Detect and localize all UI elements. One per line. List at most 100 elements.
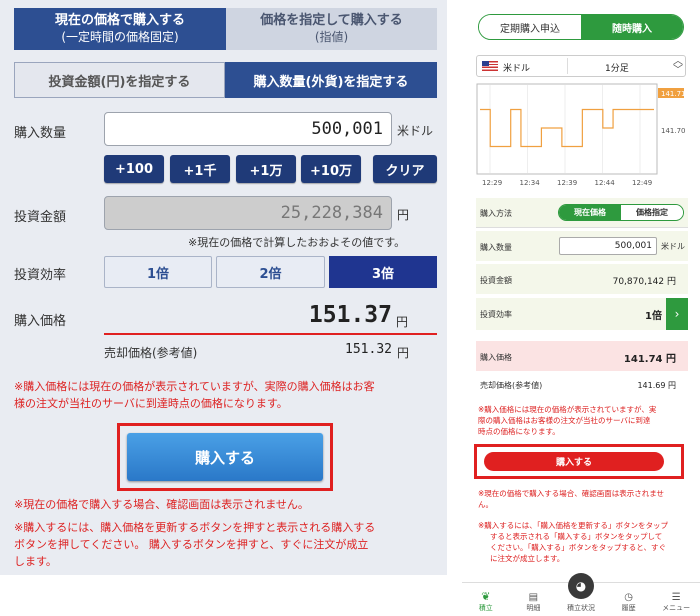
mobile-confirm-note-line2: ん。	[478, 500, 493, 509]
sell-price-label: 売却価格(参考値)	[104, 346, 198, 360]
efficiency-3x-button[interactable]: 3倍	[329, 256, 437, 288]
mobile-buy-instructions-line1: ※購入するには、「購入価格を更新する」ボタンをタップ	[478, 521, 669, 530]
chevron-right-icon[interactable]: ›	[666, 298, 688, 330]
nav-label-status: 積立状況	[566, 604, 595, 612]
chart-x-tick-label: 12:49	[632, 179, 652, 187]
price-chart-svg: 12:29 12:34 12:39 12:44 12:49 141.71 141.70	[476, 83, 686, 187]
method-specify-price[interactable]: 価格指定	[621, 205, 683, 220]
chart-x-tick-label: 12:34	[520, 179, 541, 187]
quantity-unit: 米ドル	[397, 124, 434, 138]
mobile-price-row: 購入価格 141.74 円	[476, 341, 688, 371]
chart-x-tick-label: 12:44	[595, 179, 616, 187]
us-flag-icon	[482, 61, 498, 71]
amount-note: ※現在の価格で計算したおおよその値です。	[188, 236, 406, 249]
selector-divider	[567, 58, 568, 74]
price-disclaimer: ※購入価格には現在の価格が表示されていますが、実際の購入価格はお客 様の注文が当…	[14, 378, 375, 412]
buy-instructions-line2: ボタンを押してください。 購入するボタンを押すと、すぐに注文が成立	[14, 538, 369, 551]
mobile-buy-instructions: ※購入するには、「購入価格を更新する」ボタンをタップ すると表示される「購入する…	[478, 520, 668, 564]
method-label: 購入方法	[480, 209, 512, 218]
price-value: 151.37	[308, 302, 392, 328]
mobile-amount-label: 投資金額	[480, 276, 512, 285]
buy-button[interactable]: 購入する	[127, 433, 323, 481]
tab-limit-order[interactable]: 価格を指定して購入する (指値)	[226, 8, 437, 50]
tab-limit-order-sub: (指値)	[314, 30, 349, 44]
nav-label-statement: 明細	[526, 604, 541, 612]
mobile-sell-value: 141.69 円	[637, 381, 676, 390]
nav-item-menu[interactable]: ☰ メニュー	[652, 583, 700, 616]
tab-limit-order-title: 価格を指定して購入する	[260, 13, 403, 28]
efficiency-2x-button[interactable]: 2倍	[216, 256, 325, 288]
mobile-price-disclaimer-line3: 時点の価格になります。	[478, 427, 560, 436]
mode-toggle: 定期購入申込 随時購入	[478, 14, 684, 40]
buy-instructions: ※購入するには、購入価格を更新するボタンを押すと表示される購入する ボタンを押し…	[14, 519, 375, 570]
mobile-buy-instructions-line3: ください。「購入する」ボタンをタップすると、すぐ	[490, 543, 666, 552]
mobile-order-panel: 定期購入申込 随時購入 米ドル 1分足 ︿ ﹀ 12:29 12:34 12:39 12…	[462, 0, 700, 616]
mobile-amount-row: 投資金額 70,870,142 円	[476, 264, 688, 294]
confirm-note: ※現在の価格で購入する場合、確認画面は表示されません。	[14, 498, 309, 511]
chart-frame	[476, 83, 658, 175]
price-disclaimer-line2: 様の注文が当社のサーバに到達時点の価格になります。	[14, 397, 288, 410]
mobile-price-value: 141.74 円	[623, 354, 676, 365]
amount-label: 投資金額	[14, 210, 67, 225]
mobile-amount-value: 70,870,142 円	[612, 277, 676, 287]
nav-item-history[interactable]: ◷ 履歴	[605, 583, 653, 616]
mobile-quantity-label: 購入数量	[480, 243, 512, 252]
interval-select[interactable]: 1分足	[605, 61, 629, 74]
tab-specify-amount[interactable]: 投資金額(円)を指定する	[14, 62, 225, 98]
chart-y-label-high: 141.71	[661, 90, 686, 98]
mobile-buy-instructions-line4: に注文が成立します。	[490, 554, 565, 563]
quantity-label: 購入数量	[14, 126, 67, 141]
clock-icon: ◷	[624, 592, 633, 603]
mobile-confirm-note: ※現在の価格で購入する場合、確認画面は表示されませ ん。	[478, 488, 664, 510]
amount-unit: 円	[397, 208, 410, 222]
mobile-quantity-row: 購入数量 500,001 米ドル	[476, 231, 688, 261]
chart-y-label-mid: 141.70	[661, 127, 686, 135]
tab-market-order[interactable]: 現在の価格で購入する (一定時間の価格固定)	[14, 8, 226, 50]
nav-item-statement[interactable]: ▤ 明細	[510, 583, 558, 616]
method-row: 購入方法 現在価格 価格指定	[476, 198, 688, 228]
tab-specify-quantity[interactable]: 購入数量(外貨)を指定する	[225, 62, 437, 98]
price-chart[interactable]: 12:29 12:34 12:39 12:44 12:49 141.71 141.70	[476, 83, 686, 191]
clear-button[interactable]: クリア	[373, 155, 437, 183]
currency-select[interactable]: 米ドル	[503, 61, 530, 74]
tab-market-order-title: 現在の価格で購入する	[54, 13, 185, 28]
efficiency-1x-button[interactable]: 1倍	[104, 256, 212, 288]
mobile-sell-label: 売却価格(参考値)	[480, 381, 543, 390]
chart-x-tick-label: 12:29	[482, 179, 502, 187]
method-current-price[interactable]: 現在価格	[559, 205, 621, 220]
quantity-input[interactable]: 500,001	[104, 112, 392, 146]
tab-specify-quantity-label: 購入数量(外貨)を指定する	[253, 74, 409, 90]
buy-instructions-line3: します。	[14, 555, 57, 568]
sell-price-value: 151.32	[345, 342, 392, 357]
mobile-buy-instructions-line2: すると表示される「購入する」ボタンをタップして	[490, 532, 663, 541]
chart-x-tick-label: 12:39	[557, 179, 577, 187]
amount-field: 25,228,384	[104, 196, 392, 230]
seedling-icon: ❦	[481, 590, 491, 603]
mobile-price-disclaimer-line1: ※購入価格には現在の価格が表示されていますが、実	[478, 405, 657, 414]
piggy-bank-icon: ◕	[567, 573, 594, 599]
mobile-efficiency-row[interactable]: 投資効率 1倍 ›	[476, 298, 688, 330]
mobile-quantity-input[interactable]: 500,001	[559, 237, 657, 255]
desktop-order-panel: 現在の価格で購入する (一定時間の価格固定) 価格を指定して購入する (指値) …	[0, 0, 447, 575]
nav-item-status[interactable]: ◕ 積立状況	[557, 573, 605, 616]
tab-specify-amount-label: 投資金額(円)を指定する	[48, 74, 191, 90]
tab-periodic-purchase[interactable]: 定期購入申込	[479, 15, 581, 39]
nav-label-menu: メニュー	[662, 604, 691, 612]
tab-spot-purchase[interactable]: 随時購入	[581, 15, 683, 39]
mobile-quantity-unit: 米ドル	[661, 242, 685, 251]
mobile-efficiency-value: 1倍	[645, 311, 662, 322]
mobile-buy-button[interactable]: 購入する	[484, 452, 664, 471]
nav-label-tsumitate: 積立	[478, 604, 493, 612]
add-100-button[interactable]: +100	[104, 155, 164, 183]
method-toggle: 現在価格 価格指定	[558, 204, 684, 221]
mobile-confirm-note-line1: ※現在の価格で購入する場合、確認画面は表示されませ	[478, 489, 665, 498]
chart-selector-bar: 米ドル 1分足 ︿ ﹀	[476, 55, 686, 77]
price-label: 購入価格	[14, 314, 67, 329]
nav-item-tsumitate[interactable]: ❦ 積立	[462, 583, 510, 616]
add-1k-button[interactable]: +1千	[170, 155, 230, 183]
add-10k-button[interactable]: +1万	[236, 155, 296, 183]
add-100k-button[interactable]: +10万	[301, 155, 361, 183]
mobile-sell-row: 売却価格(参考値) 141.69 円	[476, 374, 688, 396]
nav-label-history: 履歴	[621, 604, 636, 612]
bottom-nav: ❦ 積立 ▤ 明細 ◕ 積立状況 ◷ 履歴 ☰ メニュー	[462, 573, 700, 616]
